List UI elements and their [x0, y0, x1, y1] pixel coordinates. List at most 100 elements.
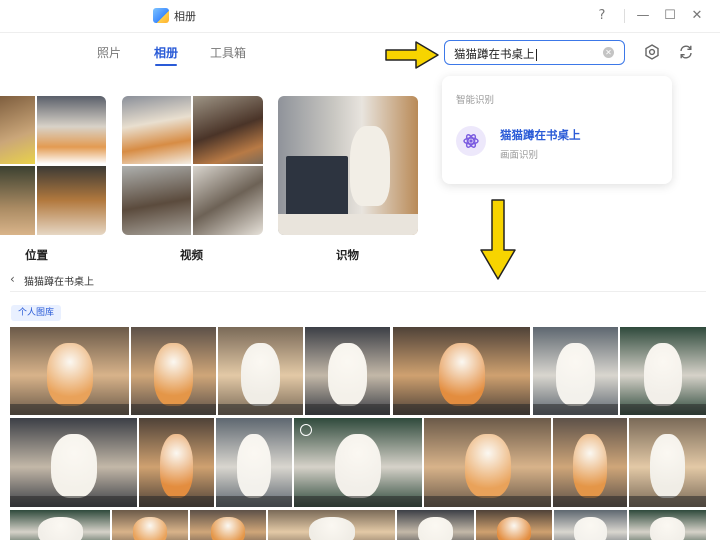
- photo-thumbnail[interactable]: [10, 327, 129, 415]
- desk-shape: [553, 496, 627, 507]
- tab-toolbox[interactable]: 工具箱: [210, 44, 246, 61]
- photo-thumbnail[interactable]: [629, 510, 706, 540]
- photos-app-icon: [153, 8, 169, 23]
- photo-thumbnail[interactable]: [533, 327, 618, 415]
- refresh-icon[interactable]: [677, 43, 695, 61]
- album-thumb: [122, 96, 191, 164]
- suggestion-section-label: 智能识别: [456, 95, 495, 106]
- cat-shape: [418, 517, 453, 540]
- search-input-value: 猫猫蹲在书桌上: [454, 47, 537, 61]
- photo-thumbnail[interactable]: [554, 510, 627, 540]
- desk-shape: [294, 496, 422, 507]
- album-thumb: [193, 96, 263, 164]
- maximize-button[interactable]: ☐: [660, 6, 680, 26]
- photo-thumbnail[interactable]: [10, 418, 137, 507]
- photo-thumbnail[interactable]: [305, 327, 390, 415]
- desk-shape: [218, 404, 303, 415]
- desk-shape: [393, 404, 530, 415]
- ai-recognition-icon: [456, 126, 486, 156]
- title-bar: 相册 ? — ☐ ✕: [0, 0, 720, 32]
- cat-shape: [335, 434, 381, 499]
- search-input[interactable]: 猫猫蹲在书桌上 ✕: [444, 40, 625, 65]
- app-title: 相册: [174, 10, 196, 23]
- photo-thumbnail[interactable]: [190, 510, 266, 540]
- album-objects-cover[interactable]: [278, 96, 418, 235]
- photo-thumbnail[interactable]: [629, 418, 706, 507]
- text-caret: [535, 48, 537, 61]
- cat-shape: [154, 342, 193, 407]
- photo-thumbnail[interactable]: [294, 418, 422, 507]
- desk-shape: [216, 496, 292, 507]
- down-arrow-annotation: [480, 199, 516, 280]
- album-thumb: [37, 96, 106, 164]
- photo-thumbnail[interactable]: [476, 510, 552, 540]
- cat-shape: [328, 342, 367, 407]
- close-button[interactable]: ✕: [687, 6, 707, 26]
- settings-icon[interactable]: [643, 43, 661, 61]
- cat-shape: [650, 434, 685, 499]
- suggestion-result-subtitle: 画面识别: [500, 150, 539, 161]
- tab-photos[interactable]: 照片: [97, 44, 121, 61]
- photo-thumbnail[interactable]: [397, 510, 474, 540]
- cat-shape: [210, 517, 246, 540]
- desk-shape: [305, 404, 390, 415]
- album-thumb: [37, 166, 106, 235]
- search-suggestion-dropdown: 智能识别 猫猫蹲在书桌上 画面识别: [442, 76, 672, 184]
- album-thumb: [122, 166, 191, 235]
- photo-thumbnail[interactable]: [393, 327, 530, 415]
- cat-shape: [650, 517, 685, 540]
- titlebar-divider: [0, 32, 720, 33]
- breadcrumb-search-term: 猫猫蹲在书桌上: [24, 277, 94, 288]
- album-thumb: [0, 166, 35, 235]
- cat-shape: [438, 342, 485, 407]
- breadcrumb-divider: [10, 291, 706, 292]
- cat-shape: [236, 434, 272, 499]
- photo-thumbnail[interactable]: [268, 510, 395, 540]
- cat-shape: [37, 517, 83, 540]
- cat-shape: [573, 434, 607, 499]
- album-label-video: 视频: [180, 248, 203, 262]
- desk-shape: [629, 496, 706, 507]
- cat-shape: [46, 342, 93, 407]
- cat-shape: [159, 434, 194, 499]
- cat-shape: [574, 517, 607, 540]
- cat-shape: [464, 434, 511, 499]
- desk-shape: [620, 404, 706, 415]
- photo-thumbnail[interactable]: [553, 418, 627, 507]
- desk-shape: [278, 214, 418, 235]
- photo-thumbnail[interactable]: [131, 327, 216, 415]
- active-tab-indicator: [155, 64, 177, 66]
- photo-thumbnail[interactable]: [424, 418, 551, 507]
- chevron-left-icon[interactable]: ‹: [10, 272, 15, 286]
- personal-library-badge: 个人图库: [11, 305, 62, 321]
- album-label-location: 位置: [25, 248, 48, 262]
- desk-shape: [10, 404, 129, 415]
- minimize-button[interactable]: —: [633, 6, 653, 26]
- tab-albums[interactable]: 相册: [154, 44, 178, 61]
- cat-shape: [496, 517, 532, 540]
- titlebar-separator: [624, 9, 625, 23]
- cat-shape: [350, 126, 390, 206]
- photo-thumbnail[interactable]: [10, 510, 110, 540]
- album-video-cover[interactable]: [122, 96, 263, 235]
- clear-icon[interactable]: ✕: [603, 47, 614, 58]
- desk-shape: [131, 404, 216, 415]
- right-arrow-annotation: [385, 41, 439, 69]
- help-button[interactable]: ?: [592, 6, 612, 26]
- album-thumb: [0, 96, 35, 164]
- album-location-cover[interactable]: [0, 96, 106, 235]
- album-label-objects: 识物: [336, 248, 359, 262]
- suggestion-result-title[interactable]: 猫猫蹲在书桌上: [500, 127, 581, 143]
- desk-shape: [533, 404, 618, 415]
- cat-shape: [50, 434, 97, 499]
- select-checkbox[interactable]: [300, 424, 312, 436]
- desk-shape: [424, 496, 551, 507]
- photo-thumbnail[interactable]: [139, 418, 214, 507]
- photo-thumbnail[interactable]: [216, 418, 292, 507]
- desk-shape: [139, 496, 214, 507]
- photo-thumbnail[interactable]: [620, 327, 706, 415]
- photo-thumbnail[interactable]: [112, 510, 188, 540]
- photo-thumbnail[interactable]: [218, 327, 303, 415]
- album-thumb: [193, 166, 263, 235]
- cat-shape: [556, 342, 595, 407]
